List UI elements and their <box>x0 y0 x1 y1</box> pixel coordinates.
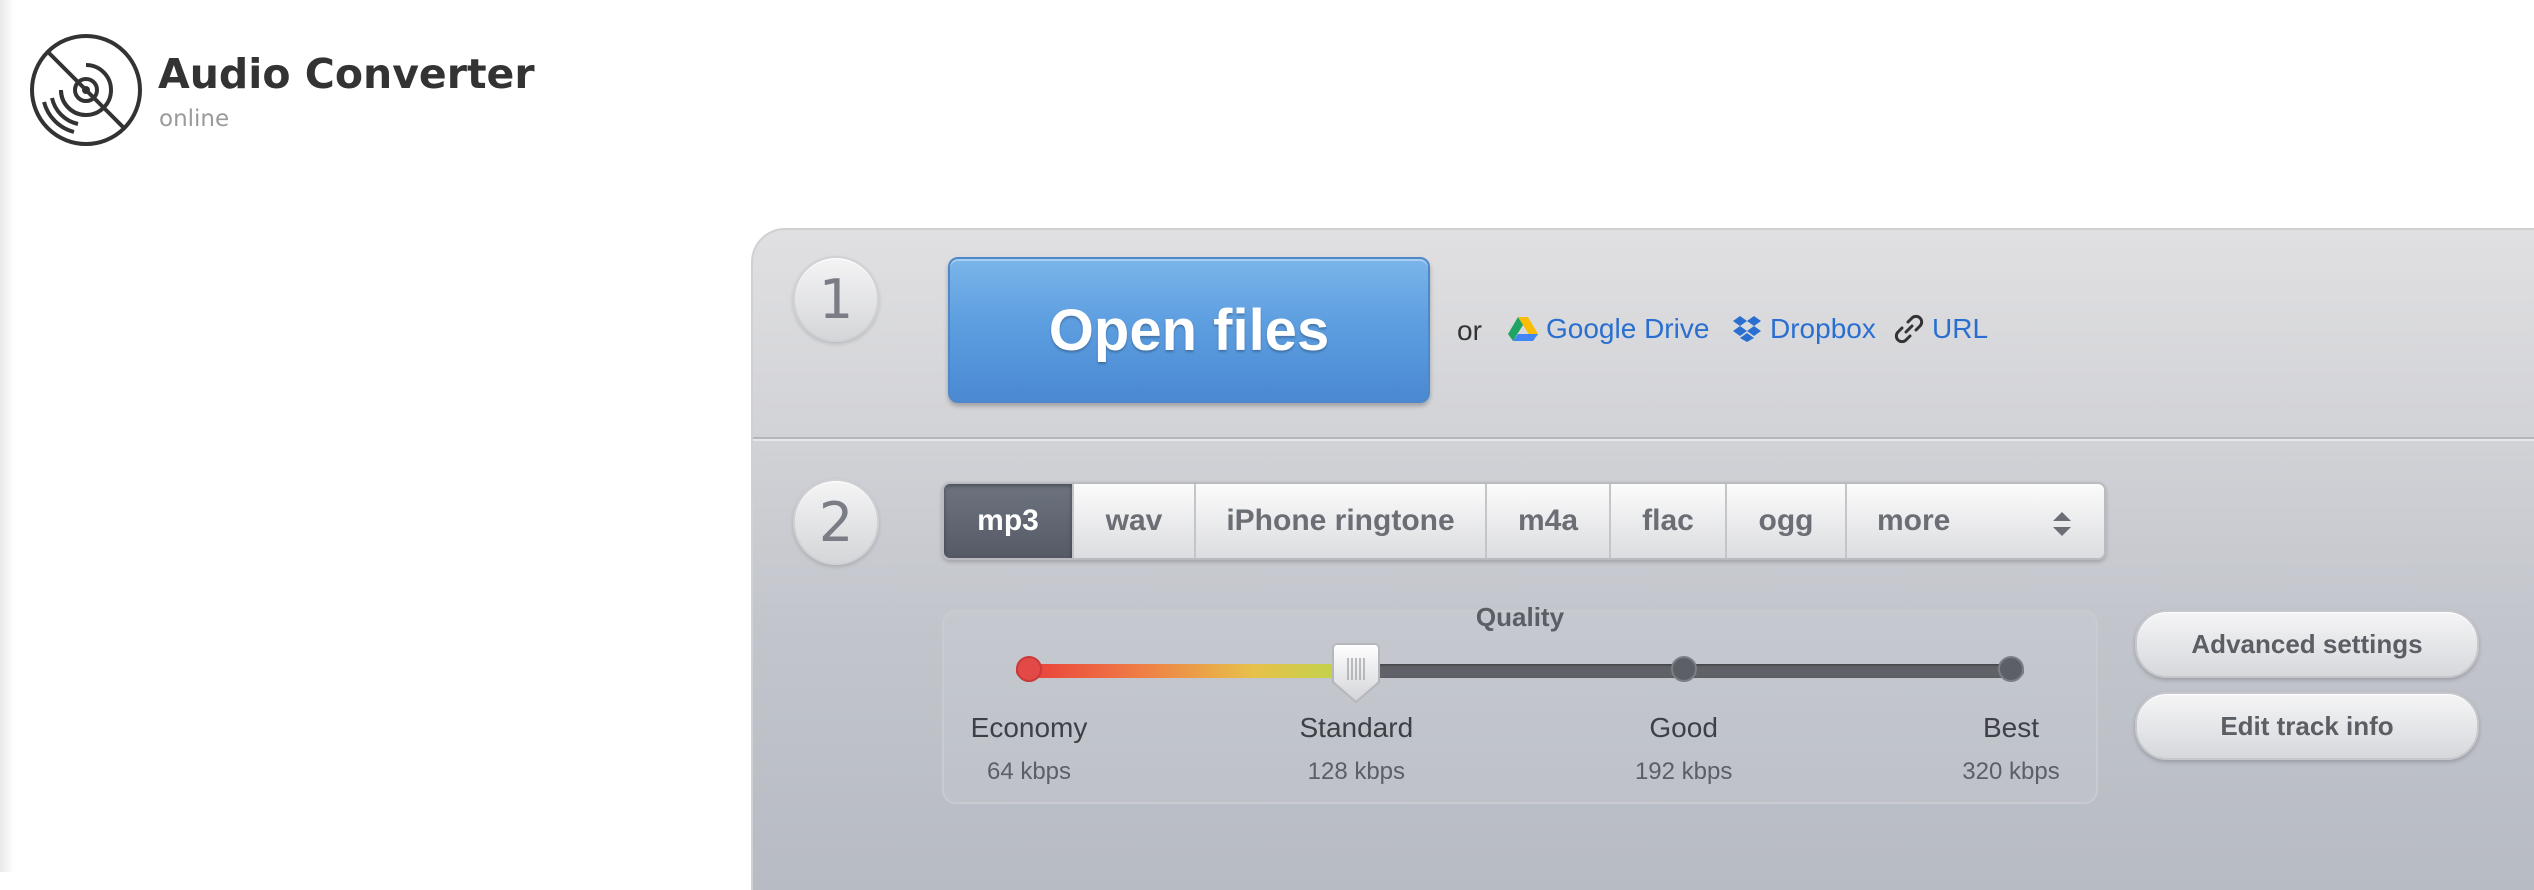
google-drive-icon <box>1508 317 1538 341</box>
step-2-badge: 2 <box>793 479 879 565</box>
format-tabs: mp3 wav iPhone ringtone m4a flac ogg mor… <box>942 482 2106 560</box>
google-drive-link[interactable]: Google Drive <box>1508 313 1709 345</box>
quality-stop-best[interactable] <box>1998 656 2024 682</box>
format-tab-flac[interactable]: flac <box>1611 484 1727 558</box>
disc-no-sign-icon[interactable] <box>28 32 144 148</box>
format-more-select[interactable]: more <box>1847 484 2104 558</box>
or-label: or <box>1457 315 1482 346</box>
quality-label-good[interactable]: Good <box>1584 712 1784 744</box>
quality-slider-fill <box>1016 664 1357 678</box>
url-link[interactable]: URL <box>1894 313 1988 345</box>
url-label: URL <box>1932 313 1989 344</box>
format-tab-wav[interactable]: wav <box>1074 484 1196 558</box>
format-tab-ogg[interactable]: ogg <box>1727 484 1847 558</box>
step-1-badge: 1 <box>793 256 879 342</box>
quality-bitrate-standard: 128 kbps <box>1307 758 1406 785</box>
section-divider <box>753 437 2534 441</box>
quality-slider-thumb[interactable] <box>1331 642 1381 704</box>
format-more-label: more <box>1877 504 1951 537</box>
open-files-button[interactable]: Open files <box>948 257 1430 403</box>
format-tab-iphone-ringtone[interactable]: iPhone ringtone <box>1196 484 1487 558</box>
dropbox-label: Dropbox <box>1770 313 1876 344</box>
quality-bitrate-best: 320 kbps <box>1962 758 2060 785</box>
advanced-settings-button[interactable]: Advanced settings <box>2135 610 2479 678</box>
format-tab-m4a[interactable]: m4a <box>1487 484 1611 558</box>
page-left-shadow <box>0 0 14 872</box>
quality-bitrate-good: 192 kbps <box>1634 758 1733 785</box>
format-tab-mp3[interactable]: mp3 <box>944 484 1074 558</box>
brand-subtitle: online <box>159 106 230 132</box>
edit-track-info-button[interactable]: Edit track info <box>2135 692 2479 760</box>
quality-slider-box: Quality Economy 64 kbps Standard 128 kbp… <box>942 602 2098 804</box>
quality-label-economy[interactable]: Economy <box>929 712 1129 744</box>
quality-title: Quality <box>1475 602 1565 632</box>
quality-label-best[interactable]: Best <box>1911 712 2111 744</box>
quality-stop-economy[interactable] <box>1016 656 1042 682</box>
link-icon <box>1894 314 1924 344</box>
google-drive-label: Google Drive <box>1546 313 1710 344</box>
converter-panel: 1 Open files or Google Drive Dropbox URL… <box>751 228 2534 890</box>
brand-title[interactable]: Audio Converter <box>158 50 535 98</box>
dropbox-icon <box>1733 316 1761 342</box>
quality-label-standard[interactable]: Standard <box>1256 712 1456 744</box>
quality-slider-track[interactable] <box>1016 664 2024 678</box>
dropbox-link[interactable]: Dropbox <box>1732 313 1876 345</box>
quality-bitrate-economy: 64 kbps <box>986 758 1072 785</box>
up-down-arrows-icon <box>2053 512 2071 536</box>
quality-stop-good[interactable] <box>1670 656 1697 682</box>
